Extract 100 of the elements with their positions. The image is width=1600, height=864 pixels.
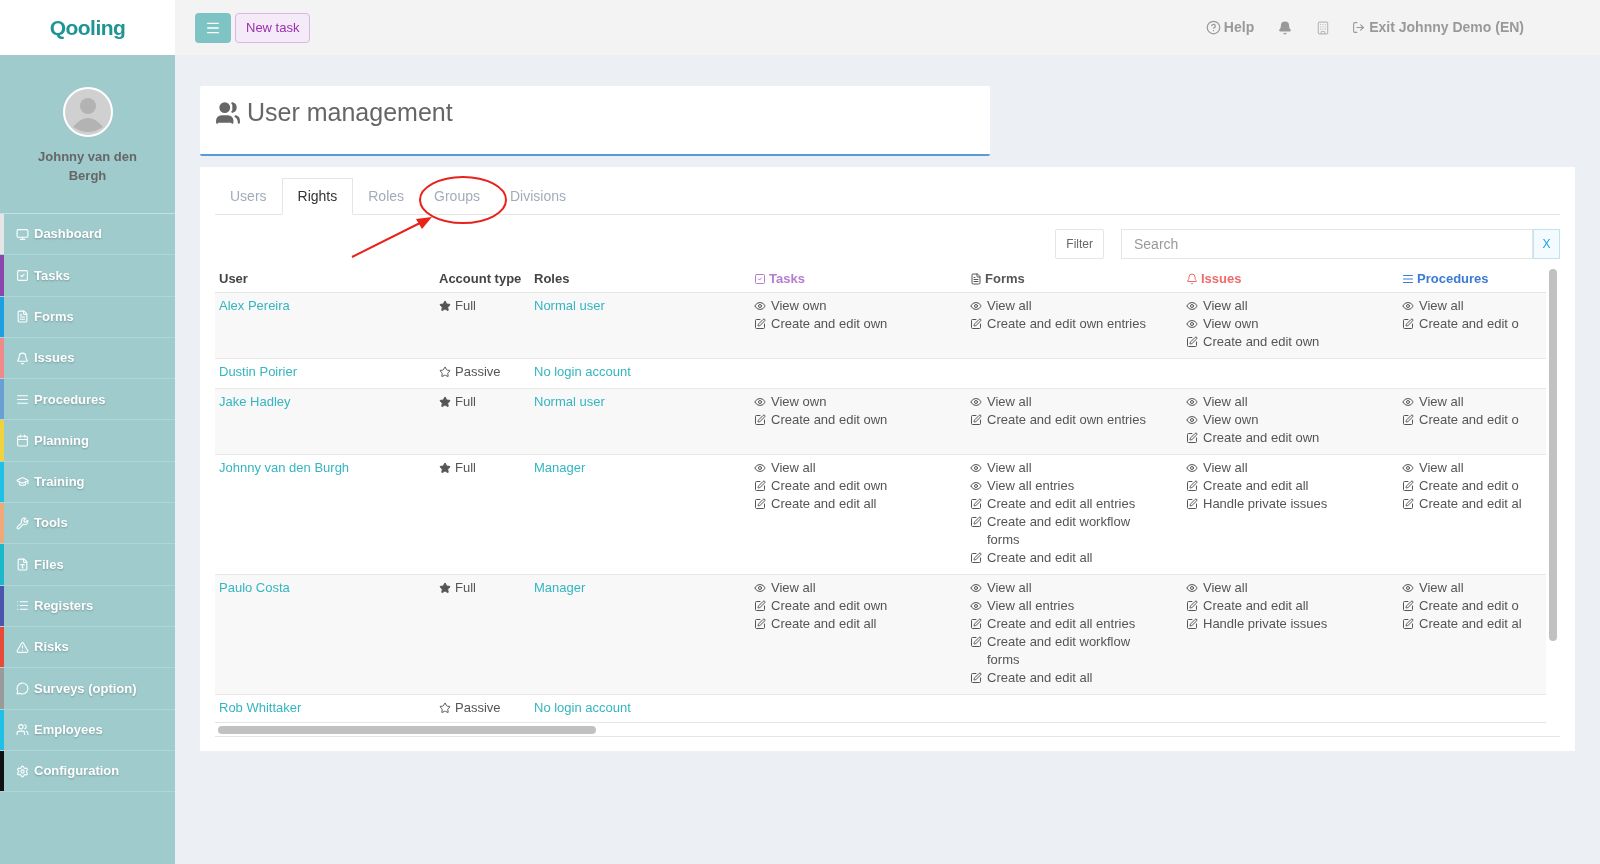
column-header: Procedures [1417,269,1489,288]
tab[interactable]: Divisions [494,178,581,214]
account-type: Full [455,393,476,411]
document-icon [970,272,982,285]
menu-button[interactable] [195,12,231,43]
permission: Create and edit all entries [987,495,1136,513]
sidebar-item[interactable]: Planning [0,420,175,462]
permission: Create and edit o [1419,315,1519,333]
list-icon [16,392,29,406]
column-header: Tasks [769,269,805,288]
permission: View all [1203,579,1248,597]
sidebar-item[interactable]: Employees [0,709,175,751]
permission: Create and edit all [1203,597,1309,615]
sidebar-label: Employees [34,720,103,739]
user-link[interactable]: Johnny van den Burgh [219,460,350,475]
sidebar-label: Issues [34,349,75,368]
permission: Create and edit al [1419,495,1522,513]
filter-button[interactable]: Filter [1055,229,1104,259]
bell-icon [16,351,29,365]
sidebar-item[interactable]: Training [0,461,175,504]
permission: View all [987,579,1032,597]
sidebar-item[interactable]: Tools [0,503,175,545]
chat-icon [16,681,29,695]
vertical-scrollbar[interactable] [1549,269,1557,641]
permission: Create and edit own entries [987,315,1146,333]
sidebar-item[interactable]: Tasks [0,255,175,297]
permission: Create and edit own [771,315,888,333]
account-type: Full [455,297,476,315]
account-type: Passive [455,699,501,717]
permission: Create and edit o [1419,597,1519,615]
page-title: User management [247,97,453,129]
exit-link[interactable]: Exit Johnny Demo (EN) [1352,17,1524,38]
permission: View all [1203,297,1248,315]
warning-icon [16,640,29,654]
user-link[interactable]: Rob Whittaker [219,700,302,715]
permission: Create and edit all [771,495,877,513]
permission: View all [771,459,816,477]
horizontal-scrollbar[interactable] [218,725,596,734]
sidebar-item[interactable]: Files [0,544,175,586]
user-name: Johnny van den Bergh [37,148,138,185]
sidebar-label: Procedures [34,390,106,409]
column-header: User [219,269,248,288]
sidebar-item[interactable]: Risks [0,626,175,669]
settings-icon [16,764,29,778]
sidebar-item[interactable]: Dashboard [0,214,175,256]
permission: Create and edit all [1203,477,1309,495]
list-icon [1402,272,1414,285]
search-field[interactable]: Search [1121,229,1533,259]
users-icon [16,723,29,737]
role-link[interactable]: No login account [534,364,631,379]
role-link[interactable]: Normal user [534,298,605,313]
permission: Create and edit o [1419,411,1519,429]
tab[interactable]: Rights [281,178,354,215]
permission: Create and edit workflow forms [987,633,1132,669]
clear-button[interactable]: X [1533,229,1560,259]
tab[interactable]: Users [215,178,282,214]
permission: View own [1203,315,1259,333]
graduation-cap-icon [16,475,29,489]
user-link[interactable]: Dustin Poirier [219,364,298,379]
tab[interactable]: Roles [353,178,420,214]
sidebar-item[interactable]: Configuration [0,750,175,793]
monitor-icon [16,227,29,241]
help-icon [1205,20,1221,35]
permission: View own [771,297,827,315]
sidebar-label: Files [34,555,64,574]
permission: View all [771,579,816,597]
sidebar-item[interactable]: Registers [0,585,175,627]
permission: View all entries [987,597,1075,615]
sidebar-item[interactable]: Procedures [0,379,175,421]
permission: Create and edit own [771,597,888,615]
permission: Create and edit own [771,477,888,495]
building-icon[interactable] [1316,20,1331,35]
permission: Create and edit own entries [987,411,1146,429]
sidebar-item[interactable]: Issues [0,337,175,380]
checkbox-icon [16,268,29,282]
role-link[interactable]: Normal user [534,394,605,409]
permission: Handle private issues [1203,615,1328,633]
role-link[interactable]: Manager [534,460,586,475]
permission: Create and edit all [771,615,877,633]
logout-icon [1352,21,1366,34]
user-link[interactable]: Alex Pereira [219,298,290,313]
user-link[interactable]: Paulo Costa [219,580,290,595]
avatar [62,87,113,137]
permission: View own [1203,411,1259,429]
permission: View all [987,459,1032,477]
user-link[interactable]: Jake Hadley [219,394,291,409]
permission: Create and edit al [1419,615,1522,633]
role-link[interactable]: Manager [534,580,586,595]
bell-icon[interactable] [1278,20,1293,35]
role-link[interactable]: No login account [534,700,631,715]
sidebar-item[interactable]: Surveys (option) [0,668,175,710]
help-link[interactable]: Help [1205,17,1255,38]
sidebar-label: Forms [34,308,74,326]
sidebar-label: Tasks [34,266,70,285]
column-header: Forms [985,269,1025,288]
permission: View own [771,393,827,411]
sidebar-item[interactable]: Forms [0,296,175,338]
new-task-button[interactable]: New task [235,12,311,43]
sidebar-label: Configuration [34,762,120,781]
column-header: Issues [1201,269,1242,288]
